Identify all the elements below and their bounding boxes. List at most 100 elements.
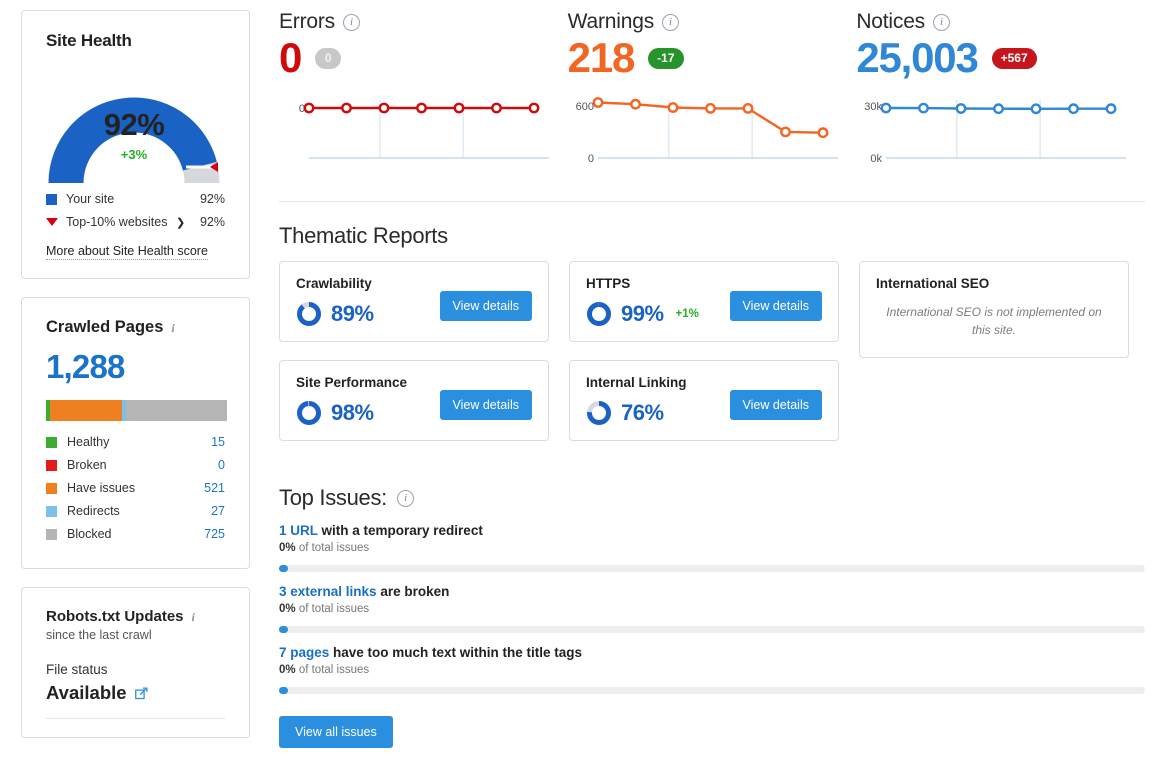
stat-name: Errors [279,10,335,34]
thematic-card-title: International SEO [876,276,1112,291]
issue-progress-fill [279,687,288,694]
crawled-legend-label: Broken [67,458,218,472]
view-details-button[interactable]: View details [730,390,822,420]
legend-label-your-site: Your site [66,192,200,206]
issue-percent: 0% [279,603,296,615]
progress-donut-icon [586,400,612,426]
crawled-legend-label: Redirects [67,504,211,518]
crawled-legend-row[interactable]: Broken0 [46,458,225,472]
site-health-card: Site Health 92% +3% Your site [21,10,250,279]
issue-item: 1 URL with a temporary redirect0% of tot… [279,523,1145,572]
site-health-score: 92% [44,109,224,140]
main-content: Errorsi000Warningsi218-176000Noticesi25,… [279,10,1145,748]
chevron-down-icon[interactable]: ❯ [176,216,185,229]
legend-value-your-site: 92% [200,192,225,206]
crawled-pages-card: Crawled Pages i 1,288 Healthy15Broken0Ha… [21,297,250,569]
legend-row-your-site: Your site 92% [46,192,225,206]
crawled-pages-title: Crawled Pages i [46,318,225,337]
top-issues-title: Top Issues: i [279,485,1145,511]
robots-file-status-label: File status [46,662,225,677]
thematic-card-empty-text: International SEO is not implemented on … [876,303,1112,339]
issue-item: 3 external links are broken 0% of total i… [279,584,1145,633]
crawled-pages-stacked-bar [46,400,227,421]
crawled-pages-label: Crawled Pages [46,318,163,337]
info-icon[interactable]: i [662,14,679,31]
issue-progress-fill [279,626,288,633]
thematic-card-percent: 98% [331,400,374,426]
thematic-card-site-performance: Site Performance 98% View details [279,360,549,441]
stat-card-errors: Errorsi000 [279,10,568,174]
robots-title: Robots.txt Updates i [46,608,225,625]
crawled-legend-row[interactable]: Healthy15 [46,435,225,449]
more-about-site-health-link[interactable]: More about Site Health score [46,244,208,260]
issue-percent-label: of total issues [296,603,370,615]
stat-sparkline: 6000 [568,94,857,174]
thematic-card-percent: 76% [621,400,664,426]
issue-link[interactable]: 1 URL [279,523,318,538]
color-swatch-icon [46,437,57,448]
info-icon[interactable]: i [933,14,950,31]
info-icon[interactable]: i [192,611,195,623]
crawled-segment-blocked [126,400,227,421]
issue-headline: 3 external links are broken [279,584,1145,599]
external-link-icon[interactable] [135,687,148,700]
legend-label-top10: Top-10% websites [66,215,167,229]
crawled-legend-row[interactable]: Redirects27 [46,504,225,518]
view-all-issues-button[interactable]: View all issues [279,716,393,748]
crawled-legend-label: Healthy [67,435,211,449]
thematic-card-internal-linking: Internal Linking 76% View details [569,360,839,441]
crawled-segment-have-issues [50,400,122,421]
stat-value-row: 218-17 [568,36,857,80]
issue-progress-fill [279,565,288,572]
thematic-card-delta: +1% [676,308,699,320]
info-icon[interactable]: i [343,14,360,31]
thematic-card-title: Internal Linking [586,375,822,390]
thematic-column-3: International SEO International SEO is no… [859,261,1129,459]
view-details-button[interactable]: View details [440,390,532,420]
stat-card-notices: Noticesi25,003+56730k0k [856,10,1145,174]
divider [279,201,1145,202]
stat-header: Warningsi [568,10,857,34]
crawled-legend-value: 27 [211,504,225,518]
robots-title-label: Robots.txt Updates [46,608,184,625]
progress-donut-icon [296,301,322,327]
crawled-legend-row[interactable]: Have issues521 [46,481,225,495]
svg-text:30k: 30k [865,101,883,113]
color-swatch-icon [46,460,57,471]
progress-donut-icon [296,400,322,426]
stat-badge: +567 [992,48,1037,69]
info-icon[interactable]: i [171,322,174,334]
sparkline-svg: 6000 [568,94,838,172]
legend-value-top10: 92% [200,215,225,229]
issue-subtext: 0% of total issues [279,603,1145,615]
crawled-legend-value: 521 [204,481,225,495]
site-health-title: Site Health [46,31,225,51]
crawled-legend-row[interactable]: Blocked725 [46,527,225,541]
view-details-button[interactable]: View details [730,291,822,321]
progress-donut-icon [586,301,612,327]
legend-row-top10[interactable]: Top-10% websites ❯ 92% [46,215,225,229]
crawled-legend-label: Blocked [67,527,204,541]
issue-text: have too much text within the title tags [329,645,582,660]
view-details-button[interactable]: View details [440,291,532,321]
issue-link[interactable]: 3 external links [279,584,377,599]
color-swatch-icon [46,506,57,517]
stat-badge: -17 [648,48,683,69]
view-all-issues-wrap: View all issues [279,716,1145,748]
stat-value-row: 00 [279,36,568,80]
info-icon[interactable]: i [397,490,414,507]
top-issues-label: Top Issues: [279,485,387,511]
issue-link[interactable]: 7 pages [279,645,329,660]
thematic-card-https: HTTPS99%+1%View details [569,261,839,342]
crawled-legend-value: 15 [211,435,225,449]
crawled-pages-legend: Healthy15 Broken0 Have issues521 Redirects2… [46,435,225,541]
stat-value-row: 25,003 +567 [856,36,1145,80]
issue-percent-label: of total issues [296,664,370,676]
stat-value: 25,003 [856,36,977,80]
divider [46,718,225,719]
crawled-legend-label: Have issues [67,481,204,495]
issue-progress-bar [279,687,1145,694]
crawled-legend-value: 725 [204,527,225,541]
red-triangle-icon [46,218,58,226]
thematic-card-title: Site Performance [296,375,532,390]
